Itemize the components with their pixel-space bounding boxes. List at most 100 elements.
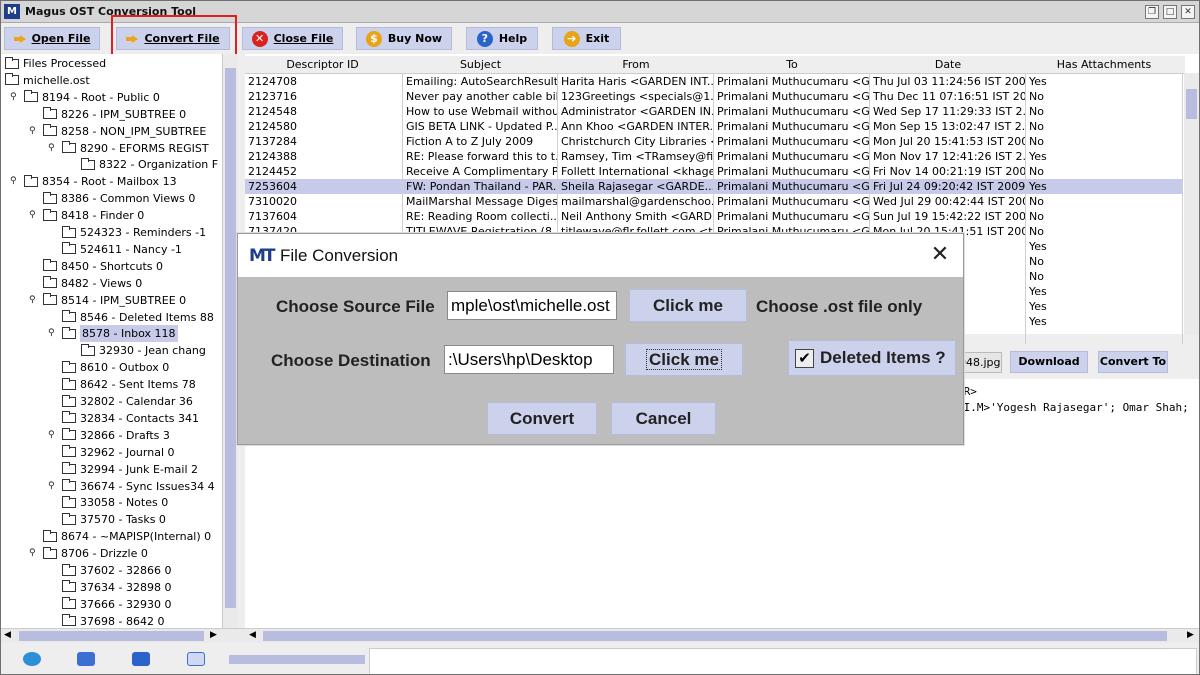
tree-item[interactable]: 32834 - Contacts 341 xyxy=(62,410,199,427)
cancel-button[interactable]: Cancel xyxy=(611,402,716,435)
table-row[interactable]: 2124452 Receive A Complimentary P... Folle… xyxy=(245,164,1183,179)
tree-item[interactable]: 524611 - Nancy -1 xyxy=(62,241,182,258)
tree-item[interactable]: 524323 - Reminders -1 xyxy=(62,224,206,241)
tree-item[interactable]: 33058 - Notes 0 xyxy=(62,494,168,511)
contacts-icon[interactable] xyxy=(132,652,150,666)
tree-expander-icon[interactable]: ⚲ xyxy=(48,140,55,157)
table-cell: 2124708 xyxy=(245,74,403,89)
tree-item[interactable]: ⚲ 8418 - Finder 0 xyxy=(29,207,144,224)
column-header-subject[interactable]: Subject xyxy=(403,58,558,71)
tree-item[interactable]: 8226 - IPM_SUBTREE 0 xyxy=(43,106,186,123)
scroll-left-icon[interactable]: ◀ xyxy=(249,630,256,640)
table-row[interactable]: 2123716Never pay another cable bill ...1… xyxy=(245,89,1183,104)
choose-destination-button[interactable]: Click me xyxy=(625,343,743,376)
tree-item-label: 8194 - Root - Public 0 xyxy=(42,90,160,104)
tree-scrollbar[interactable] xyxy=(222,54,238,628)
column-header-from[interactable]: From xyxy=(558,58,714,71)
mail-globe-icon[interactable] xyxy=(23,652,41,666)
envelope-icon[interactable] xyxy=(187,652,205,666)
calendar-icon[interactable] xyxy=(77,652,95,666)
convert-to-button[interactable]: Convert To xyxy=(1098,351,1168,373)
close-icon[interactable]: ✕ xyxy=(930,244,950,266)
tree-expander-icon[interactable]: ⚲ xyxy=(29,207,36,224)
table-cell: mailmarshal@gardenschoo... xyxy=(558,194,714,209)
tree-item[interactable]: ⚲ 36674 - Sync Issues34 4 xyxy=(48,478,215,495)
tree-item[interactable]: 37666 - 32930 0 xyxy=(62,596,171,613)
table-row[interactable]: 2124548 How to use Webmail withou... Admin… xyxy=(245,104,1183,119)
tree-item[interactable]: 32994 - Junk E-mail 2 xyxy=(62,461,198,478)
tree-item[interactable]: 37698 - 8642 0 xyxy=(62,613,164,628)
tree-item[interactable]: ⚲ 8258 - NON_IPM_SUBTREE xyxy=(29,123,206,140)
table-scroll-thumb[interactable] xyxy=(1186,89,1197,119)
tree-item[interactable]: ⚲ 8194 - Root - Public 0 xyxy=(10,89,160,106)
horizontal-scrollbar[interactable]: ◀ ▶ ◀ ▶ xyxy=(1,628,1199,643)
tree-item[interactable]: 32962 - Journal 0 xyxy=(62,444,175,461)
tree-item[interactable]: 8386 - Common Views 0 xyxy=(43,190,195,207)
table-scrollbar[interactable] xyxy=(1184,73,1199,335)
convert-button[interactable]: Convert xyxy=(487,402,597,435)
scroll-right-icon[interactable]: ▶ xyxy=(1187,630,1194,640)
tree-item[interactable]: 8610 - Outbox 0 xyxy=(62,359,169,376)
tree-item[interactable]: ⚲ 8578 - Inbox 118 xyxy=(48,325,178,343)
tree-item[interactable]: ⚲michelle.ost xyxy=(5,72,90,89)
table-row[interactable]: 2124580 GIS BETA LINK - Updated P... Ann K… xyxy=(245,119,1183,134)
tree-item[interactable]: ⚲ 8514 - IPM_SUBTREE 0 xyxy=(29,292,186,309)
tree-item[interactable]: 37602 - 32866 0 xyxy=(62,562,171,579)
tree-item[interactable]: ⚲ 8290 - EFORMS REGIST xyxy=(48,140,209,157)
tree-item[interactable]: 32930 - Jean chang xyxy=(81,342,206,359)
tree-expander-icon[interactable]: ⚲ xyxy=(29,123,36,140)
destination-input[interactable]: :\Users\hp\Desktop xyxy=(444,345,614,374)
column-header-to[interactable]: To xyxy=(714,58,870,71)
close-window-icon[interactable]: ✕ xyxy=(1181,5,1195,19)
maximize-icon[interactable]: □ xyxy=(1163,5,1177,19)
tree-item[interactable]: 37634 - 32898 0 xyxy=(62,579,171,596)
scroll-right-icon[interactable]: ▶ xyxy=(210,630,217,640)
tree-item[interactable]: 37570 - Tasks 0 xyxy=(62,511,166,528)
tree-expander-icon[interactable]: ⚲ xyxy=(29,545,36,562)
table-row[interactable]: 7137284 Fiction A to Z July 2009 Christchu… xyxy=(245,134,1183,149)
column-header-date[interactable]: Date xyxy=(870,58,1026,71)
exit-button[interactable]: ➔ Exit xyxy=(552,27,621,50)
tree-expander-icon[interactable]: ⚲ xyxy=(48,427,55,444)
table-row[interactable]: 2124708 Emailing: AutoSearchResults Harita… xyxy=(245,74,1183,89)
download-button[interactable]: Download xyxy=(1010,351,1088,373)
restore-icon[interactable]: ❐ xyxy=(1145,5,1159,19)
tree-item[interactable]: 8482 - Views 0 xyxy=(43,275,142,292)
tree-item[interactable]: ⚲ 32866 - Drafts 3 xyxy=(48,427,170,444)
table-row[interactable]: 2124388 RE: Please forward this to t... Ra… xyxy=(245,149,1183,164)
scroll-left-icon[interactable]: ◀ xyxy=(4,630,11,640)
source-file-input[interactable]: mple\ost\michelle.ost xyxy=(447,291,617,320)
table-row[interactable]: 7310020 MailMarshal Message Digest mailmar… xyxy=(245,194,1183,209)
tree-item[interactable]: 8450 - Shortcuts 0 xyxy=(43,258,163,275)
table-cell: Fri Nov 14 00:21:19 IST 2008 xyxy=(870,164,1026,179)
tree-hscroll-thumb[interactable] xyxy=(19,631,204,641)
tree-item[interactable]: 8674 - ~MAPISP(Internal) 0 xyxy=(43,528,211,545)
column-header-descriptor-id[interactable]: Descriptor ID xyxy=(245,58,400,71)
buy-now-button[interactable]: $ Buy Now xyxy=(356,27,452,50)
close-file-label: Close File xyxy=(273,32,334,45)
tree-item[interactable]: ⚲ 8706 - Drizzle 0 xyxy=(29,545,148,562)
table-hscroll-thumb[interactable] xyxy=(263,631,1167,641)
tree-expander-icon[interactable]: ⚲ xyxy=(10,89,17,106)
close-file-button[interactable]: ✕ Close File xyxy=(242,27,343,50)
tree-expander-icon[interactable]: ⚲ xyxy=(10,173,17,190)
tree-item[interactable]: 32802 - Calendar 36 xyxy=(62,393,193,410)
help-button[interactable]: ? Help xyxy=(466,27,538,50)
column-header-has-attachments[interactable]: Has Attachments xyxy=(1026,58,1182,71)
tree-item[interactable]: 8322 - Organization F xyxy=(81,156,218,173)
tree-item[interactable]: Files Processed xyxy=(5,55,106,72)
tree-expander-icon[interactable]: ⚲ xyxy=(48,325,55,342)
table-row[interactable]: 7137604 RE: Reading Room collecti... Neil … xyxy=(245,209,1183,224)
table-row[interactable]: 7253604 FW: Pondan Thailand - PAR... Sheil… xyxy=(245,179,1183,194)
open-file-button[interactable]: Open File xyxy=(4,27,100,50)
tree-scroll-thumb[interactable] xyxy=(225,68,236,608)
tree-expander-icon[interactable]: ⚲ xyxy=(29,292,36,309)
table-cell: Follett International <khagen... xyxy=(558,164,714,179)
table-cell: Primalani Muthucumaru <G... xyxy=(714,164,870,179)
tree-item[interactable]: 8546 - Deleted Items 88 xyxy=(62,309,214,326)
deleted-items-checkbox[interactable]: ✔ Deleted Items ? xyxy=(788,340,956,376)
tree-item[interactable]: 8642 - Sent Items 78 xyxy=(62,376,196,393)
tree-expander-icon[interactable]: ⚲ xyxy=(48,478,55,495)
tree-item[interactable]: ⚲ 8354 - Root - Mailbox 13 xyxy=(10,173,177,190)
choose-source-button[interactable]: Click me xyxy=(629,289,747,322)
